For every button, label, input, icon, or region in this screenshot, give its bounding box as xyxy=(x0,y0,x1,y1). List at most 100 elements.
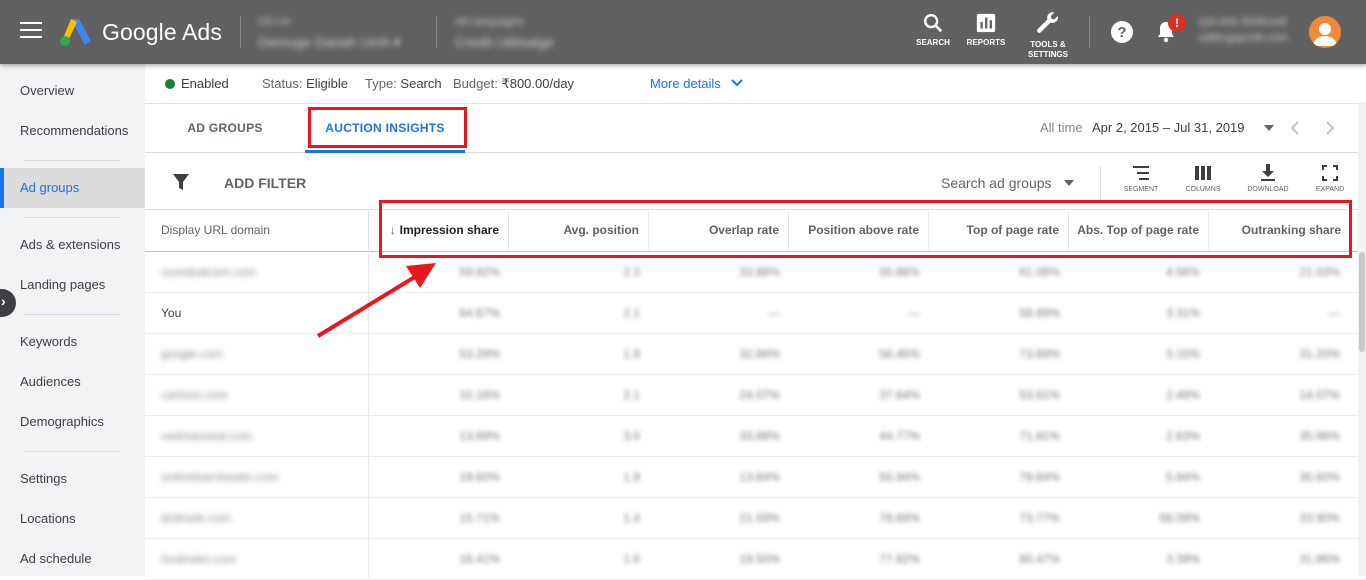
metric-cell: 13.69% xyxy=(459,429,500,443)
nav-demographics[interactable]: Demographics xyxy=(0,402,145,442)
nav-ad-groups[interactable]: Ad groups xyxy=(0,168,145,208)
divider xyxy=(436,16,437,48)
metric-cell: 16.41% xyxy=(459,552,500,566)
metric-cell: 58.09% xyxy=(1159,511,1200,525)
segment-icon xyxy=(1133,166,1149,180)
display-url-domain-cell: vuredealcare.com xyxy=(161,265,257,279)
metric-cell: 2.1 xyxy=(623,388,640,402)
header-display-url-domain[interactable]: Display URL domain xyxy=(161,210,361,251)
top-app-bar: Google Ads Cli·l·nt Demoge Danah Umh ▾ A… xyxy=(0,0,1366,64)
metric-cell: 21.03% xyxy=(1299,265,1340,279)
search-ad-groups-input[interactable]: Search ad groups xyxy=(941,175,1052,191)
metric-cell: 2.3 xyxy=(623,265,640,279)
table-row[interactable]: healnaler.com 16.41% 1.6 19.50% 77.82% 60.47%… xyxy=(145,539,1366,580)
nav-overview[interactable]: Overview xyxy=(0,71,145,111)
nav-settings[interactable]: Settings xyxy=(0,459,145,499)
metric-cell: 73.69% xyxy=(1019,347,1060,361)
expand-button[interactable]: EXPAND xyxy=(1303,164,1357,193)
menu-icon[interactable] xyxy=(20,22,42,42)
table-row[interactable]: google.com 53.29% 1.9 32.86% 56.45% 73.69% 3.1… xyxy=(145,334,1366,375)
tab-ad-groups[interactable]: AD GROUPS xyxy=(167,105,283,153)
download-icon xyxy=(1261,164,1275,181)
tools-label-line1: TOOLS & xyxy=(1030,40,1066,49)
highlight-box-metrics xyxy=(379,200,1352,258)
nav-landing-pages[interactable]: Landing pages xyxy=(0,265,145,305)
add-filter-button[interactable]: ADD FILTER xyxy=(224,175,306,191)
display-url-domain-cell: google.com xyxy=(161,347,224,361)
metric-cell: 58.69% xyxy=(1019,306,1060,320)
main-content: Enabled Status: Eligible Type: Search Bu… xyxy=(145,64,1366,580)
metric-cell: 14.07% xyxy=(1299,388,1340,402)
nav-recommendations[interactable]: Recommendations xyxy=(0,111,145,151)
metric-cell: 64.67% xyxy=(459,306,500,320)
nav-ad-schedule[interactable]: Ad schedule xyxy=(0,539,145,579)
tools-settings-button[interactable]: TOOLS & SETTINGS xyxy=(1022,10,1074,60)
type-label: Type: xyxy=(365,76,397,91)
table-row[interactable]: carhore.com 10.16% 2.1 24.07% 37.64% 53.61% 2.… xyxy=(145,375,1366,416)
tools-label-line2: SETTINGS xyxy=(1027,50,1068,59)
metric-cell: 19.60% xyxy=(459,470,500,484)
metric-cell: 4.56% xyxy=(1165,265,1200,279)
metric-cell: 33.88% xyxy=(739,265,780,279)
metric-cell: 13.84% xyxy=(739,470,780,484)
table-row[interactable]: drdinwik.com 15.71% 1.4 21.59% 78.69% 73.77% 5… xyxy=(145,498,1366,539)
table-row[interactable]: You 64.67% 2.1 — — 58.69% 3.31% — xyxy=(145,293,1366,334)
metric-cell: 60.47% xyxy=(1019,552,1060,566)
more-details-label: More details xyxy=(650,76,721,91)
avatar[interactable] xyxy=(1309,16,1341,48)
metric-cell: 35.60% xyxy=(1299,470,1340,484)
previous-period-icon[interactable] xyxy=(1288,120,1302,136)
columns-icon xyxy=(1195,166,1211,180)
type-value: Search xyxy=(400,76,442,91)
columns-button[interactable]: COLUMNS xyxy=(1176,164,1230,193)
search-button[interactable]: SEARCH xyxy=(914,12,952,48)
status-label: Status: xyxy=(262,76,303,91)
divider xyxy=(1089,16,1090,48)
metric-cell: 73.77% xyxy=(1019,511,1060,525)
campaign-name-blurred[interactable]: Credit Utilisatge xyxy=(455,34,554,50)
display-url-domain-cell: onlinelearnhealer.com xyxy=(161,470,279,484)
scrollbar-thumb[interactable] xyxy=(1359,252,1365,352)
metric-cell: 3.0 xyxy=(623,429,640,443)
enabled-label: Enabled xyxy=(181,76,229,91)
next-period-icon[interactable] xyxy=(1323,120,1337,136)
nav-locations[interactable]: Locations xyxy=(0,499,145,539)
date-range-picker[interactable]: Apr 2, 2015 – Jul 31, 2019 xyxy=(1092,120,1245,135)
metric-cell: 3.15% xyxy=(1165,347,1200,361)
table-row[interactable]: vedmanoeal.com 13.69% 3.0 33.88% 44.77% 71.81… xyxy=(145,416,1366,457)
nav-audiences[interactable]: Audiences xyxy=(0,362,145,402)
nav-keywords[interactable]: Keywords xyxy=(0,322,145,362)
filter-icon[interactable] xyxy=(173,174,189,190)
nav-divider xyxy=(24,217,120,218)
nav-ads-extensions[interactable]: Ads & extensions xyxy=(0,225,145,265)
account-name-blurred[interactable]: Demoge Danah Umh ▾ xyxy=(258,34,400,51)
metric-cell: 31.86% xyxy=(1299,552,1340,566)
more-details-link[interactable]: More details xyxy=(650,76,744,91)
user-name-blurred: ryzt-Ads-500fuxell xyxy=(1198,16,1287,28)
metric-cell: 3.31% xyxy=(1165,306,1200,320)
display-url-domain-cell: You xyxy=(161,306,182,320)
metric-cell: — xyxy=(1328,306,1340,320)
metric-cell: 2.1 xyxy=(623,306,640,320)
help-button[interactable]: ? xyxy=(1109,20,1135,48)
table-row[interactable]: vuredealcare.com 59.82% 2.3 33.88% 55.86% 61.… xyxy=(145,252,1366,293)
metric-cell: 5.84% xyxy=(1165,470,1200,484)
date-dropdown-icon[interactable] xyxy=(1263,124,1275,132)
date-label: All time xyxy=(1040,120,1083,135)
account-label-blurred: Cli·l·nt xyxy=(258,16,290,28)
metric-cell: 19.50% xyxy=(739,552,780,566)
metric-cell: — xyxy=(768,306,780,320)
reports-button[interactable]: REPORTS xyxy=(965,12,1007,48)
table-row[interactable]: onlinelearnhealer.com 19.60% 1.9 13.84% 55.9… xyxy=(145,457,1366,498)
search-label: SEARCH xyxy=(916,38,950,47)
status-value: Eligible xyxy=(306,76,349,91)
search-dropdown-icon[interactable] xyxy=(1063,179,1075,187)
segment-button[interactable]: SEGMENT xyxy=(1114,164,1168,193)
google-ads-logo[interactable]: Google Ads xyxy=(58,16,222,48)
metric-cell: 56.45% xyxy=(879,347,920,361)
metric-cell: 24.07% xyxy=(739,388,780,402)
vertical-scrollbar[interactable] xyxy=(1358,102,1366,576)
download-button[interactable]: DOWNLOAD xyxy=(1241,164,1295,193)
app-name: Google Ads xyxy=(102,18,222,45)
metric-cell: 53.61% xyxy=(1019,388,1060,402)
